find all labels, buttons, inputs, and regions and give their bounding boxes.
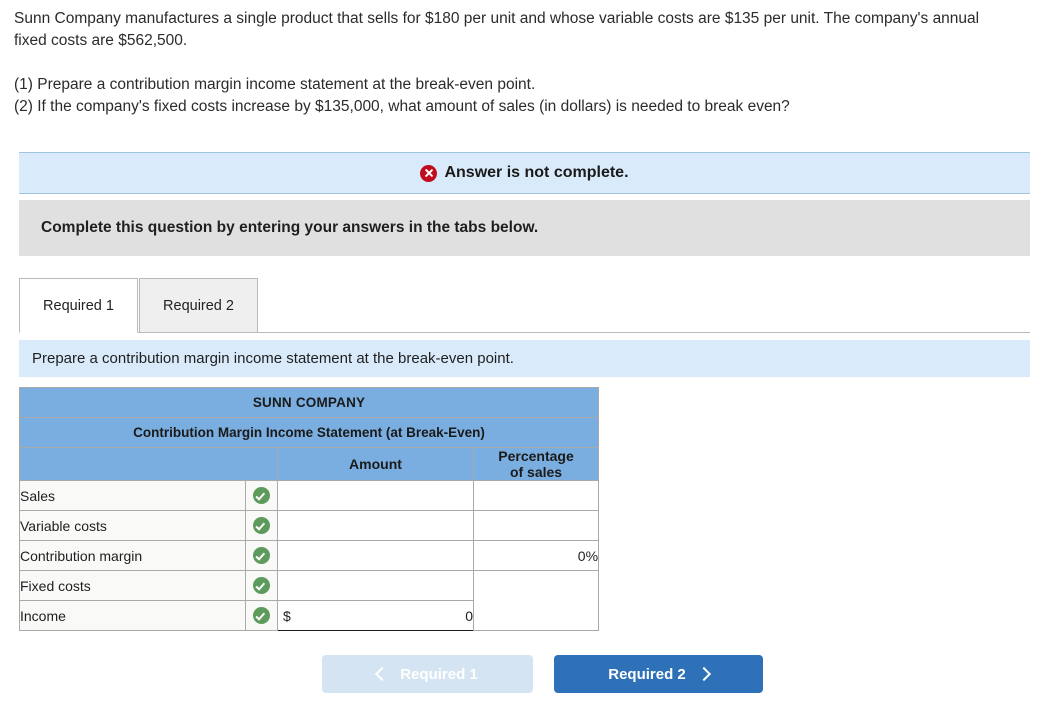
table-row: Fixed costs — [19, 570, 600, 631]
answer-status-text: Answer is not complete. — [444, 164, 629, 181]
chevron-right-icon — [696, 666, 711, 682]
row-status-variable-costs — [245, 510, 278, 541]
next-required-2-button[interactable]: Required 2 — [554, 655, 763, 693]
next-required-2-label: Required 2 — [608, 665, 686, 683]
complete-instruction-bar: Complete this question by entering your … — [19, 200, 1030, 256]
task-prompt-bar: Prepare a contribution margin income sta… — [19, 340, 1030, 377]
row-status-contribution-margin — [245, 540, 278, 571]
column-header-blank — [19, 447, 278, 481]
dollar-sign-income: $ — [283, 607, 291, 624]
check-circle-icon — [253, 517, 270, 535]
tab-required-1-label: Required 1 — [43, 297, 114, 314]
percentage-input-fixed-costs[interactable] — [472, 570, 600, 631]
percentage-input-sales[interactable] — [472, 480, 600, 511]
check-circle-icon — [253, 547, 270, 565]
problem-statement: Sunn Company manufactures a single produ… — [14, 8, 1014, 118]
row-label-income: Income — [19, 600, 246, 631]
requirement-2-text: (2) If the company's fixed costs increas… — [14, 98, 790, 115]
requirement-1-text: (1) Prepare a contribution margin income… — [14, 76, 536, 93]
table-title-row: SUNN COMPANY — [18, 387, 600, 418]
check-circle-icon — [253, 607, 270, 625]
contribution-margin-statement-table: SUNN COMPANY Contribution Margin Income … — [18, 387, 600, 631]
check-circle-icon — [253, 487, 270, 505]
chevron-left-icon — [375, 666, 390, 682]
table-subtitle-row: Contribution Margin Income Statement (at… — [18, 417, 600, 448]
row-label-sales: Sales — [19, 480, 246, 511]
tab-strip: Required 1 Required 2 — [19, 278, 1030, 333]
row-label-variable-costs: Variable costs — [19, 510, 246, 541]
tab-required-2-label: Required 2 — [163, 297, 234, 314]
check-circle-icon — [253, 577, 270, 595]
statement-subtitle: Contribution Margin Income Statement (at… — [18, 417, 600, 448]
column-header-amount: Amount — [277, 447, 474, 481]
navigation-buttons: Required 1 Required 2 — [0, 655, 1058, 697]
amount-input-sales[interactable] — [277, 480, 474, 511]
row-label-contribution-margin: Contribution margin — [19, 540, 246, 571]
amount-input-income[interactable]: $ 0 — [277, 600, 474, 631]
table-column-header-row: Amount Percentage of sales — [19, 447, 600, 481]
row-status-income — [245, 600, 278, 631]
percentage-input-contribution-margin[interactable]: 0% — [472, 540, 600, 571]
table-row: Contribution margin 0% — [19, 540, 600, 571]
amount-input-fixed-costs[interactable] — [277, 570, 474, 601]
prev-required-1-label: Required 1 — [400, 665, 478, 683]
task-prompt-text: Prepare a contribution margin income sta… — [32, 350, 514, 367]
row-label-fixed-costs: Fixed costs — [19, 570, 246, 601]
answer-status-banner: Answer is not complete. — [19, 152, 1030, 194]
prev-required-1-button[interactable]: Required 1 — [322, 655, 533, 693]
x-circle-icon — [420, 164, 438, 182]
company-title: SUNN COMPANY — [18, 387, 600, 418]
tab-required-2[interactable]: Required 2 — [139, 278, 258, 333]
problem-paragraph: Sunn Company manufactures a single produ… — [14, 10, 980, 49]
column-header-percentage-line1: Percentage — [498, 448, 574, 464]
column-header-percentage-line2: of sales — [509, 464, 563, 480]
percentage-input-variable-costs[interactable] — [472, 510, 600, 541]
complete-instruction-text: Complete this question by entering your … — [41, 219, 539, 236]
amount-value-income: 0 — [465, 607, 473, 624]
row-status-fixed-costs — [245, 570, 278, 601]
table-row: Sales — [19, 480, 600, 511]
table-row: Variable costs — [19, 510, 600, 541]
row-status-sales — [245, 480, 278, 511]
amount-input-variable-costs[interactable] — [277, 510, 474, 541]
tab-underline — [19, 332, 1030, 333]
column-header-percentage: Percentage of sales — [472, 447, 600, 481]
tab-required-1[interactable]: Required 1 — [19, 278, 138, 333]
amount-input-contribution-margin[interactable] — [277, 540, 474, 571]
